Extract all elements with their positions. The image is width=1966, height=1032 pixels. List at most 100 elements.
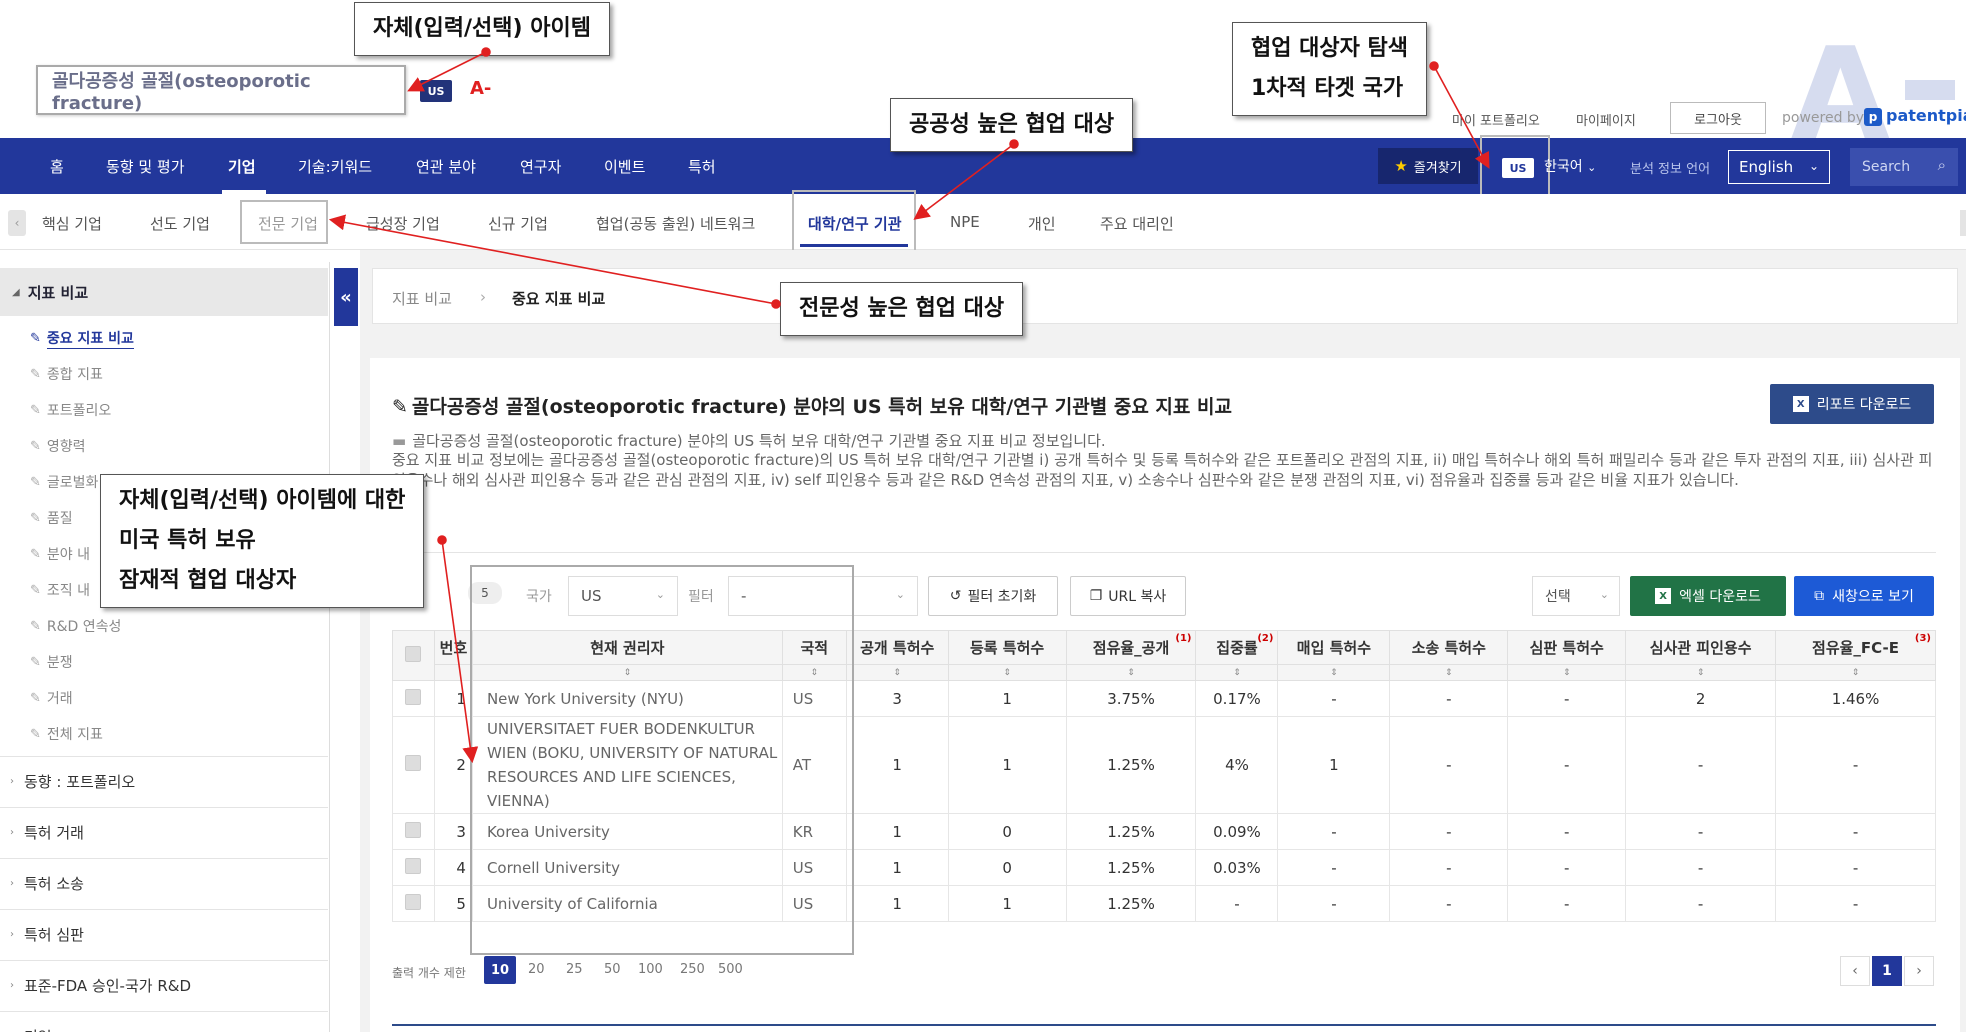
font-size-toggle[interactable]: A- [470, 78, 491, 99]
page-1-button[interactable]: 1 [1872, 956, 1902, 986]
nav-related-field[interactable]: 연관 분야 [416, 156, 476, 177]
limit-option-500[interactable]: 500 [718, 962, 743, 977]
sort-icon[interactable]: ⇕ [1775, 664, 1936, 681]
tab-core-company[interactable]: 핵심 기업 [42, 213, 102, 234]
subnav-prev-arrow[interactable]: ‹ [8, 210, 26, 236]
col-litigation-patents[interactable]: 소송 특허수 [1389, 630, 1509, 665]
row-checkbox-cell[interactable] [392, 885, 435, 922]
report-download-button[interactable]: X 리포트 다운로드 [1770, 384, 1934, 424]
tab-main-agent[interactable]: 주요 대리인 [1100, 213, 1174, 234]
logout-button[interactable]: 로그아웃 [1670, 102, 1766, 134]
row-checkbox[interactable] [405, 755, 422, 771]
nav-researcher[interactable]: 연구자 [520, 156, 561, 177]
subnav-next-arrow[interactable] [1960, 210, 1966, 236]
sidebar-item-rd-continuity[interactable]: ✎ R&D 연속성 [30, 616, 121, 636]
col-share-public[interactable]: 점유율_공개 (1) [1065, 630, 1197, 665]
sidebar-group-trend-portfolio[interactable]: › 동향 : 포트폴리오 [0, 756, 328, 806]
sort-icon[interactable]: ⇕ [1195, 664, 1279, 681]
my-portfolio-link[interactable]: 마이 포트폴리오 [1452, 110, 1540, 129]
excel-download-button[interactable]: X 엑셀 다운로드 [1630, 576, 1786, 616]
row-checkbox[interactable] [405, 893, 422, 910]
sidebar-item-overall[interactable]: ✎ 종합 지표 [30, 364, 103, 384]
sidebar-item-quality[interactable]: ✎ 품질 [30, 508, 73, 528]
mypage-link[interactable]: 마이페이지 [1576, 110, 1636, 129]
col-trial-patents[interactable]: 심판 특허수 [1507, 630, 1627, 665]
row-checkbox-cell[interactable] [392, 849, 435, 886]
sidebar-group-patent-trial[interactable]: › 특허 심판 [0, 909, 328, 959]
filter-reset-button[interactable]: ↺ 필터 초기화 [928, 576, 1058, 616]
sort-icon[interactable]: ⇕ [947, 664, 1067, 681]
favorites-button[interactable]: ★ 즐겨찾기 [1378, 148, 1478, 184]
page-next-button[interactable]: › [1904, 956, 1934, 986]
col-purchased-patents[interactable]: 매입 특허수 [1277, 630, 1391, 665]
row-checkbox-cell[interactable] [392, 680, 435, 717]
tab-expert-company[interactable]: 전문 기업 [258, 213, 318, 234]
select-all-checkbox-cell[interactable] [392, 630, 435, 681]
sidebar-group-patent-transaction[interactable]: › 특허 거래 [0, 807, 328, 857]
sidebar-group-company[interactable]: ›기업 [0, 1011, 328, 1032]
tab-individual[interactable]: 개인 [1028, 213, 1056, 234]
patentpia-logo[interactable]: patentpia [1886, 106, 1966, 125]
limit-option-20[interactable]: 20 [528, 962, 545, 977]
sidebar-collapse-button[interactable]: « [334, 268, 358, 326]
sidebar-section-indicators[interactable]: ◢ 지표 비교 [0, 268, 328, 316]
col-examiner-citations[interactable]: 심사관 피인용수 [1625, 630, 1777, 665]
limit-option-10[interactable]: 10 [484, 956, 516, 984]
sort-icon[interactable]: ⇕ [1065, 664, 1197, 681]
page-prev-button[interactable]: ‹ [1840, 956, 1870, 986]
row-checkbox[interactable] [405, 857, 422, 874]
nav-trend[interactable]: 동향 및 평가 [106, 156, 185, 177]
limit-option-25[interactable]: 25 [566, 962, 583, 977]
row-checkbox-cell[interactable] [392, 813, 435, 850]
sort-icon[interactable]: ⇕ [1277, 664, 1391, 681]
search-icon[interactable]: ⌕ [1938, 156, 1946, 174]
sidebar-item-portfolio[interactable]: ✎ 포트폴리오 [30, 400, 111, 420]
limit-option-50[interactable]: 50 [604, 962, 621, 977]
row-checkbox[interactable] [405, 688, 422, 705]
tab-fast-growing-company[interactable]: 급성장 기업 [366, 213, 440, 234]
col-registered-patents[interactable]: 등록 특허수 [947, 630, 1067, 665]
sidebar-item-in-org[interactable]: ✎ 조직 내 [30, 580, 90, 600]
callout-collab-explore: 협업 대상자 탐색 1차적 타겟 국가 [1232, 22, 1427, 116]
nav-search-input[interactable]: Search ⌕ [1850, 148, 1958, 186]
col-concentration[interactable]: 집중률 (2) [1195, 630, 1279, 665]
new-window-button[interactable]: ⧉ 새창으로 보기 [1794, 576, 1934, 616]
nav-tech-keyword[interactable]: 기술:키워드 [298, 156, 372, 177]
sort-icon[interactable]: ⇕ [1625, 664, 1777, 681]
row-checkbox-cell[interactable] [392, 716, 435, 814]
tab-leading-company[interactable]: 선도 기업 [150, 213, 210, 234]
nav-patent[interactable]: 특허 [688, 156, 716, 177]
sidebar-item-in-field[interactable]: ✎ 분야 내 [30, 544, 90, 564]
sidebar-item-influence[interactable]: ✎ 영향력 [30, 436, 86, 456]
copy-url-button[interactable]: ❐ URL 복사 [1070, 576, 1186, 616]
col-public-patents[interactable]: 공개 특허수 [845, 630, 949, 665]
analysis-language-select[interactable]: English ⌄ [1728, 150, 1830, 184]
breadcrumb-parent[interactable]: 지표 비교 [392, 288, 452, 309]
limit-option-100[interactable]: 100 [638, 962, 663, 977]
tab-collab-network[interactable]: 협업(공동 출원) 네트워크 [596, 213, 755, 234]
sort-icon[interactable]: ⇕ [1389, 664, 1509, 681]
col-share-fce[interactable]: 점유율_FC-E (3) [1775, 630, 1936, 665]
sidebar-item-key-indicators[interactable]: ✎ 중요 지표 비교 [30, 328, 134, 349]
tab-new-company[interactable]: 신규 기업 [488, 213, 548, 234]
sidebar-item-globalization[interactable]: ✎ 글로벌화 [30, 472, 98, 492]
ui-language-select[interactable]: 한국어 ⌄ [1544, 156, 1596, 176]
tab-npe[interactable]: NPE [950, 213, 980, 231]
select-all-checkbox[interactable] [405, 645, 422, 662]
tab-university-institute[interactable]: 대학/연구 기관 [808, 213, 902, 234]
row-checkbox[interactable] [405, 821, 422, 838]
sort-icon[interactable]: ⇕ [1507, 664, 1627, 681]
choose-select[interactable]: 선택 ⌄ [1532, 576, 1620, 616]
nav-home[interactable]: 홈 [50, 156, 64, 177]
nav-event[interactable]: 이벤트 [604, 156, 645, 177]
sidebar-item-transaction[interactable]: ✎ 거래 [30, 688, 73, 708]
keyword-display[interactable]: 골다공증성 골절(osteoporotic fracture) [36, 65, 406, 115]
limit-option-250[interactable]: 250 [680, 962, 705, 977]
sidebar-group-patent-litigation[interactable]: › 특허 소송 [0, 858, 328, 908]
nav-company[interactable]: 기업 [228, 156, 256, 177]
sidebar-group-standard-fda[interactable]: › 표준-FDA 승인-국가 R&D [0, 960, 328, 1010]
nav-country-badge[interactable]: US [1502, 158, 1534, 178]
sidebar-item-all[interactable]: ✎ 전체 지표 [30, 724, 103, 744]
sort-icon[interactable]: ⇕ [845, 664, 949, 681]
sidebar-item-dispute[interactable]: ✎ 분쟁 [30, 652, 73, 672]
